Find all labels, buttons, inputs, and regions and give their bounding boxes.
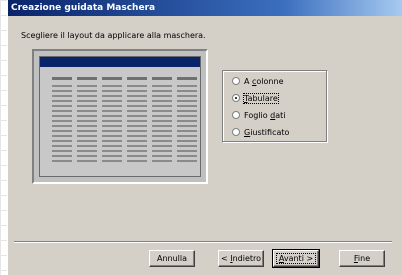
- preview-table: [52, 77, 197, 162]
- radio-circle[interactable]: [232, 76, 240, 85]
- layout-options-group: A colonne Tabulare Foglio dati Giustific…: [222, 70, 328, 143]
- preview-column: [77, 77, 97, 162]
- back-button[interactable]: < Indietro: [218, 250, 264, 267]
- radio-circle-selected[interactable]: [232, 93, 240, 102]
- preview-column: [102, 77, 122, 162]
- radio-a-colonne[interactable]: A colonne: [232, 76, 284, 88]
- radio-circle[interactable]: [232, 127, 240, 136]
- instruction-text: Scegliere il layout da applicare alla ma…: [21, 31, 206, 40]
- preview-column: [52, 77, 72, 162]
- preview-inner: [39, 56, 201, 177]
- layout-preview: [32, 49, 208, 184]
- finish-button[interactable]: Fine: [339, 250, 385, 267]
- title-bar: Creazione guidata Maschera: [8, 0, 402, 16]
- radio-giustificato[interactable]: Giustificato: [232, 127, 289, 139]
- preview-header-bar: [40, 57, 200, 67]
- cancel-button[interactable]: Annulla: [149, 250, 195, 267]
- button-divider: [14, 241, 392, 243]
- next-button[interactable]: Avanti >: [272, 249, 320, 268]
- preview-column: [152, 77, 172, 162]
- radio-tabulare[interactable]: Tabulare: [232, 93, 279, 105]
- form-wizard-dialog: Creazione guidata Maschera Scegliere il …: [7, 0, 402, 275]
- window-title: Creazione guidata Maschera: [11, 3, 156, 13]
- preview-column: [177, 77, 197, 162]
- radio-foglio-dati[interactable]: Foglio dati: [232, 110, 286, 122]
- preview-column: [127, 77, 147, 162]
- radio-circle[interactable]: [232, 110, 240, 119]
